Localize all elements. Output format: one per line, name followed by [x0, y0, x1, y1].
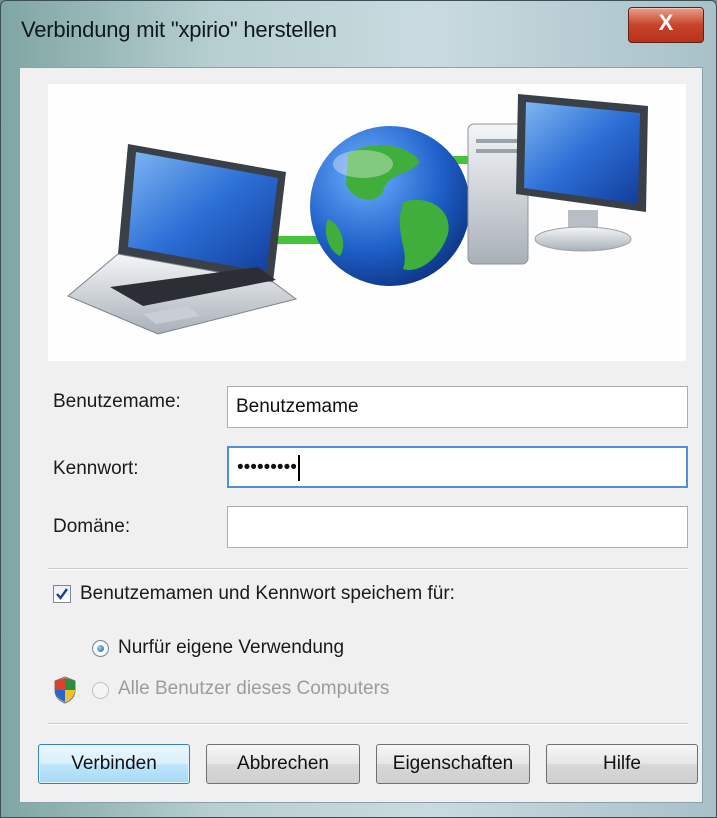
username-field[interactable]: Benutzemame: [227, 386, 688, 428]
password-field[interactable]: •••••••••: [227, 446, 688, 488]
properties-button[interactable]: Eigenschaften: [376, 744, 530, 784]
network-banner: [48, 84, 686, 361]
divider: [48, 568, 688, 570]
radio-all-users[interactable]: [92, 682, 109, 699]
help-button[interactable]: Hilfe: [546, 744, 698, 784]
save-credentials-checkbox[interactable]: [53, 585, 71, 603]
radio-own-use-label[interactable]: Nurfür eigene Verwendung: [118, 637, 344, 659]
window-title: Verbindung mit "xpirio" herstellen: [21, 17, 337, 42]
dialog-body: Benutzemame: Benutzemame Kennwort: •••••…: [19, 67, 703, 803]
radio-own-use[interactable]: [92, 640, 109, 657]
username-label: Benutzemame:: [53, 391, 181, 412]
divider: [48, 723, 688, 725]
uac-shield-icon: [54, 676, 76, 704]
text-caret: [297, 454, 300, 481]
title-bar[interactable]: Verbindung mit "xpirio" herstellen X: [1, 1, 716, 67]
close-icon: X: [658, 10, 674, 35]
checkmark-icon: [56, 588, 68, 600]
connect-button[interactable]: Verbinden: [38, 744, 190, 784]
domain-field[interactable]: [227, 506, 688, 548]
globe-icon: [310, 126, 470, 286]
close-button[interactable]: X: [628, 7, 704, 43]
domain-label: Domäne:: [53, 516, 131, 537]
password-value: •••••••••: [237, 457, 297, 478]
password-label: Kennwort:: [53, 458, 139, 479]
connect-dialog: Verbindung mit "xpirio" herstellen X Ben…: [0, 0, 717, 818]
cancel-button[interactable]: Abbrechen: [206, 744, 360, 784]
save-credentials-label[interactable]: Benutzemamen und Kennwort speichem für:: [80, 583, 455, 605]
radio-all-users-label: Alle Benutzer dieses Computers: [118, 678, 390, 699]
